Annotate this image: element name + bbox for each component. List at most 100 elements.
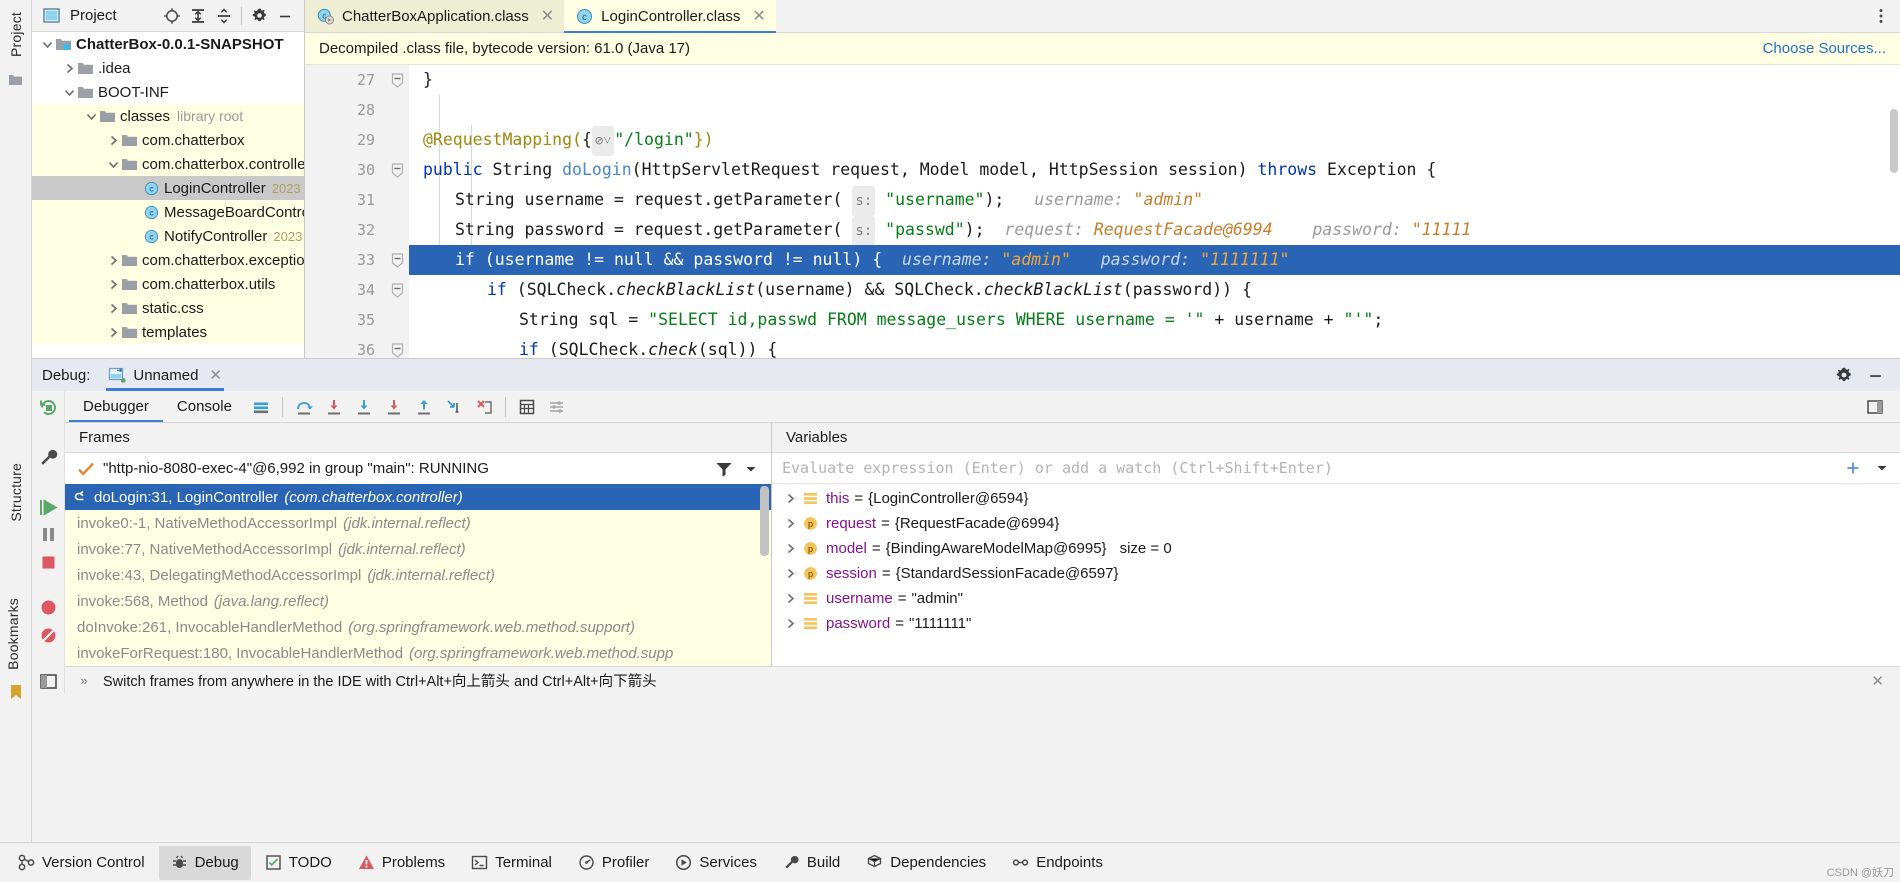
line-number-31[interactable]: 31 bbox=[305, 185, 385, 215]
thread-selector[interactable]: "http-nio-8080-exec-4"@6,992 in group "m… bbox=[65, 453, 771, 484]
show-execution-point-icon[interactable] bbox=[246, 392, 276, 422]
step-over-icon[interactable] bbox=[289, 392, 319, 422]
editor-vertical-scrollbar[interactable] bbox=[1890, 109, 1898, 173]
rerun-icon[interactable] bbox=[34, 395, 62, 421]
mute-breakpoints-icon[interactable] bbox=[34, 595, 62, 621]
tree-node-messageboardcontroller[interactable]: c MessageBoardController bbox=[32, 200, 304, 224]
chevron-down-icon[interactable] bbox=[1874, 460, 1890, 476]
frame-row[interactable]: invoke0:-1, NativeMethodAccessorImpl (jdk… bbox=[65, 510, 771, 536]
evaluate-expression-row[interactable]: Evaluate expression (Enter) or add a wat… bbox=[772, 453, 1900, 484]
close-icon[interactable]: ✕ bbox=[541, 6, 554, 26]
layout-icon[interactable] bbox=[34, 668, 62, 694]
editor-code-column[interactable]: } @RequestMapping({⊘˅ "/login"}) public S… bbox=[409, 65, 1900, 358]
reset-frame-icon[interactable] bbox=[469, 392, 499, 422]
chevron-right-icon[interactable] bbox=[782, 618, 798, 629]
tree-node-com-chatterbox-controller[interactable]: com.chatterbox.controller bbox=[32, 152, 304, 176]
status-bar-item-debug[interactable]: Debug bbox=[158, 845, 251, 880]
debug-session-tab[interactable]: Unnamed ✕ bbox=[106, 359, 224, 391]
step-into-icon[interactable] bbox=[319, 392, 349, 422]
status-bar-item-problems[interactable]: Problems bbox=[346, 846, 457, 880]
rail-button-structure[interactable]: Structure bbox=[8, 455, 24, 530]
chevron-right-icon[interactable] bbox=[62, 56, 77, 80]
rail-button-bookmarks[interactable]: Bookmarks bbox=[5, 590, 21, 678]
resume-icon[interactable] bbox=[34, 494, 62, 520]
status-bar-item-endpoints[interactable]: Endpoints bbox=[1000, 846, 1115, 880]
frame-row[interactable]: invoke:568, Method (java.lang.reflect) bbox=[65, 588, 771, 614]
gear-icon[interactable] bbox=[1835, 366, 1853, 384]
close-icon[interactable]: ✕ bbox=[1871, 672, 1890, 690]
minimize-icon[interactable] bbox=[272, 3, 298, 29]
step-out-icon[interactable] bbox=[379, 392, 409, 422]
line-number-36[interactable]: 36 bbox=[305, 335, 385, 358]
settings-list-icon[interactable] bbox=[542, 392, 572, 422]
filter-icon[interactable] bbox=[715, 461, 733, 477]
tab-debugger[interactable]: Debugger bbox=[69, 391, 163, 422]
line-number-28[interactable]: 28 bbox=[305, 95, 385, 125]
project-tree[interactable]: ChatterBox-0.0.1-SNAPSHOT .idea BOOT-INF cl… bbox=[32, 32, 304, 358]
variable-row[interactable]: this = {LoginController@6594} bbox=[772, 486, 1900, 511]
close-icon[interactable]: ✕ bbox=[752, 6, 765, 26]
chevron-right-icon[interactable] bbox=[782, 493, 798, 504]
tree-node-com-chatterbox-exception[interactable]: com.chatterbox.exception bbox=[32, 248, 304, 272]
editor-tab-logincontroller[interactable]: c LoginController.class ✕ bbox=[564, 0, 776, 33]
expand-all-icon[interactable] bbox=[185, 3, 211, 29]
fold-collapse-icon[interactable] bbox=[385, 65, 409, 95]
tree-node-com-chatterbox[interactable]: com.chatterbox bbox=[32, 128, 304, 152]
fold-collapse-icon[interactable] bbox=[385, 155, 409, 185]
close-icon[interactable]: ✕ bbox=[209, 366, 222, 384]
chevron-right-icon[interactable] bbox=[106, 296, 121, 320]
tree-node-classes[interactable]: classes library root bbox=[32, 104, 304, 128]
tab-console[interactable]: Console bbox=[163, 391, 246, 422]
variables-list[interactable]: this = {LoginController@6594} p request = {Req… bbox=[772, 484, 1900, 666]
line-number-33[interactable]: 33 bbox=[305, 245, 400, 275]
variable-row[interactable]: p session = {StandardSessionFacade@6597} bbox=[772, 561, 1900, 586]
tree-node-chatterbox-0-0-1-snapshot[interactable]: ChatterBox-0.0.1-SNAPSHOT bbox=[32, 32, 304, 56]
tree-node-idea[interactable]: .idea bbox=[32, 56, 304, 80]
drop-frame-icon[interactable] bbox=[409, 392, 439, 422]
frame-row[interactable]: invokeForRequest:180, InvocableHandlerMe… bbox=[65, 640, 771, 666]
status-bar-item-dependencies[interactable]: Dependencies bbox=[854, 846, 998, 880]
frame-row[interactable]: doInvoke:261, InvocableHandlerMethod (org… bbox=[65, 614, 771, 640]
editor-tab-chatterboxapplication[interactable]: c ChatterBoxApplication.class ✕ bbox=[305, 0, 565, 32]
evaluate-expression-icon[interactable] bbox=[512, 392, 542, 422]
settings-wrench-icon[interactable] bbox=[34, 445, 62, 471]
gear-icon[interactable] bbox=[246, 3, 272, 29]
chevron-right-icon[interactable] bbox=[782, 543, 798, 554]
frame-row[interactable]: invoke:77, NativeMethodAccessorImpl (jdk.… bbox=[65, 536, 771, 562]
tree-node-boot-inf[interactable]: BOOT-INF bbox=[32, 80, 304, 104]
chevron-down-icon[interactable] bbox=[743, 461, 759, 477]
status-bar-item-terminal[interactable]: Terminal bbox=[459, 846, 564, 880]
more-options-icon[interactable] bbox=[1872, 7, 1890, 25]
force-step-into-icon[interactable] bbox=[349, 392, 379, 422]
line-number-27[interactable]: 27 bbox=[305, 65, 385, 95]
line-number-34[interactable]: 34 bbox=[305, 275, 385, 305]
stop-icon[interactable] bbox=[34, 550, 62, 576]
chevron-right-icon[interactable] bbox=[106, 272, 121, 296]
chevron-right-icon[interactable]: » bbox=[75, 673, 93, 688]
fold-collapse-icon[interactable] bbox=[385, 335, 409, 358]
chevron-down-icon[interactable] bbox=[106, 152, 121, 176]
collapse-all-icon[interactable] bbox=[211, 3, 237, 29]
add-icon[interactable] bbox=[1844, 459, 1862, 477]
frames-scrollbar[interactable] bbox=[760, 486, 769, 556]
chevron-down-icon[interactable] bbox=[40, 32, 55, 56]
variable-row[interactable]: username = "admin" bbox=[772, 586, 1900, 611]
choose-sources-link[interactable]: Choose Sources... bbox=[1763, 40, 1886, 57]
editor-gutter[interactable]: 27 28 29 30 31 32 33 34 35 36 bbox=[305, 65, 400, 358]
line-number-35[interactable]: 35 bbox=[305, 305, 385, 335]
editor-fold-column[interactable] bbox=[385, 65, 409, 358]
variable-row[interactable]: password = "1111111" bbox=[772, 611, 1900, 636]
variable-row[interactable]: p request = {RequestFacade@6994} bbox=[772, 511, 1900, 536]
chevron-right-icon[interactable] bbox=[106, 128, 121, 152]
status-bar-item-todo[interactable]: TODO bbox=[253, 846, 344, 880]
restore-layout-icon[interactable] bbox=[1860, 392, 1890, 422]
tree-node-static-css[interactable]: static.css bbox=[32, 296, 304, 320]
chevron-down-icon[interactable] bbox=[84, 104, 99, 128]
variable-row[interactable]: p model = {BindingAwareModelMap@6995} size =… bbox=[772, 536, 1900, 561]
chevron-right-icon[interactable] bbox=[106, 320, 121, 344]
view-breakpoints-icon[interactable] bbox=[34, 623, 62, 649]
code-editor[interactable]: 27 28 29 30 31 32 33 34 35 36 } @RequestMapping({… bbox=[305, 65, 1900, 358]
chevron-right-icon[interactable] bbox=[782, 568, 798, 579]
status-bar-item-build[interactable]: Build bbox=[771, 846, 852, 880]
rail-button-project[interactable]: Project bbox=[8, 4, 24, 65]
